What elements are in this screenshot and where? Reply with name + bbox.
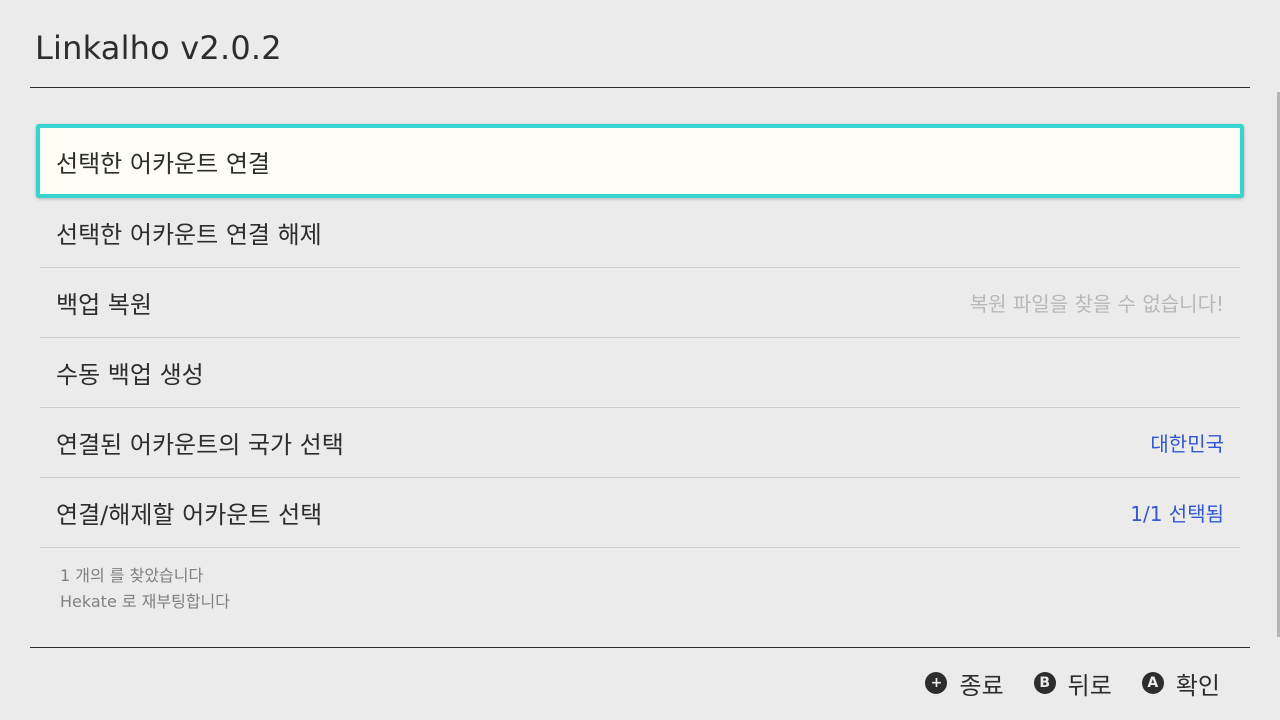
a-button-icon: A [1141,672,1164,694]
header-divider [30,87,1250,88]
app-screen: Linkalho v2.0.2 선택한 어카운트 연결 선택한 어카운트 연결 … [0,0,1280,720]
info-line-reboot: Hekate 로 재부팅합니다 [60,592,230,611]
confirm-label: 확인 [1175,671,1220,700]
b-button-icon: B [1033,672,1056,694]
back-hint[interactable]: B 뒤로 [1033,666,1112,701]
exit-label: 종료 [959,671,1004,700]
main-menu: 선택한 어카운트 연결 선택한 어카운트 연결 해제 백업 복원 복원 파일을 … [36,124,1244,548]
menu-item-link-account[interactable]: 선택한 어카운트 연결 [36,124,1244,198]
selected-accounts-value: 1/1 선택됨 [1130,502,1224,526]
menu-item-label: 연결된 어카운트의 국가 선택 [56,431,344,459]
menu-item-label: 선택한 어카운트 연결 해제 [56,221,322,249]
menu-item-restore-backup[interactable]: 백업 복원 복원 파일을 찾을 수 없습니다! [40,268,1240,338]
back-label: 뒤로 [1067,671,1112,700]
app-title: Linkalho v2.0.2 [35,29,282,67]
footer-divider [30,647,1250,648]
menu-item-unlink-account[interactable]: 선택한 어카운트 연결 해제 [40,198,1240,268]
info-text: 1 개의 를 찾았습니다 Hekate 로 재부팅합니다 [60,563,230,615]
exit-hint[interactable]: + 종료 [925,666,1004,701]
country-value: 대한민국 [1150,432,1224,456]
restore-status-text: 복원 파일을 찾을 수 없습니다! [969,292,1224,316]
menu-item-label: 선택한 어카운트 연결 [56,149,270,178]
menu-item-select-country[interactable]: 연결된 어카운트의 국가 선택 대한민국 [40,408,1240,478]
button-hints: + 종료 B 뒤로 A 확인 [895,666,1220,700]
menu-item-label: 백업 복원 [56,291,152,319]
confirm-hint[interactable]: A 확인 [1141,666,1220,701]
menu-item-select-accounts[interactable]: 연결/해제할 어카운트 선택 1/1 선택됨 [40,478,1240,548]
info-line-found: 1 개의 를 찾았습니다 [60,566,204,585]
menu-item-label: 연결/해제할 어카운트 선택 [56,501,323,529]
plus-button-icon: + [925,672,948,694]
menu-item-create-backup[interactable]: 수동 백업 생성 [40,338,1240,408]
menu-item-label: 수동 백업 생성 [56,361,204,389]
